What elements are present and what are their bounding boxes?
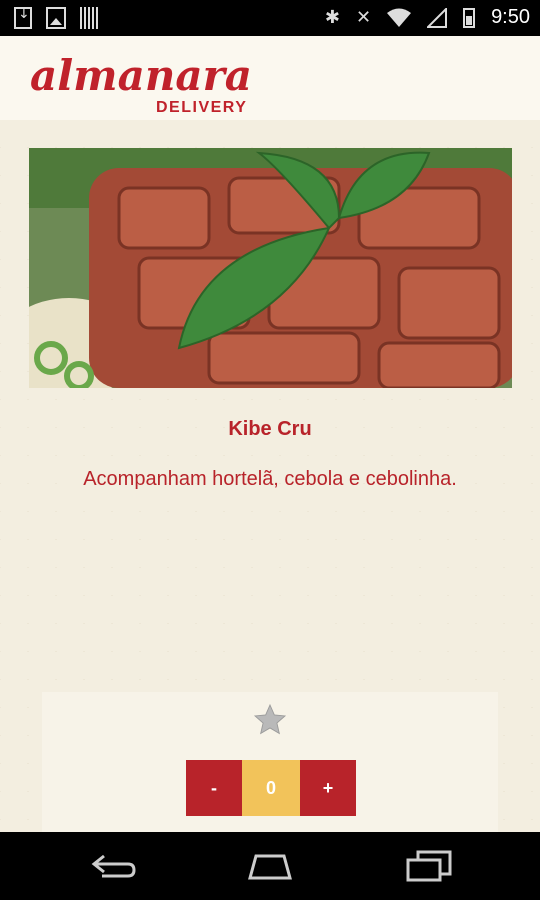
no-signal-icon [427, 7, 448, 28]
increase-button[interactable]: + [300, 760, 356, 816]
clock: 9:50 [491, 6, 530, 28]
product-name: Kibe Cru [228, 418, 312, 440]
barcode-icon [80, 7, 98, 29]
product-photo [29, 148, 512, 388]
battery-icon [463, 7, 476, 28]
home-icon[interactable] [244, 850, 296, 882]
mute-icon: ✕ [355, 7, 372, 28]
brand-sub: DELIVERY [156, 99, 247, 116]
download-icon [14, 6, 32, 29]
quantity-stepper: - 0 + [186, 760, 356, 816]
decrease-button[interactable]: - [186, 760, 242, 816]
favorite-star-icon[interactable] [252, 702, 288, 738]
wifi-icon [387, 8, 412, 27]
navigation-bar [0, 832, 540, 900]
almanara-logo[interactable]: almanara DELIVERY [28, 40, 268, 118]
back-icon[interactable] [88, 850, 138, 882]
quantity-value: 0 [242, 760, 300, 816]
order-panel: - 0 + [42, 692, 498, 832]
brand-name: almanara [30, 51, 252, 100]
recents-icon[interactable] [404, 850, 454, 882]
image-icon [46, 7, 66, 29]
product-detail: Kibe Cru Acompanham hortelã, cebola e ce… [0, 120, 540, 832]
status-bar: ✱ ✕ 9:50 [0, 0, 540, 36]
product-description: Acompanham hortelã, cebola e cebolinha. [83, 468, 457, 490]
bluetooth-icon: ✱ [324, 7, 340, 28]
app-header: almanara DELIVERY [0, 36, 540, 121]
